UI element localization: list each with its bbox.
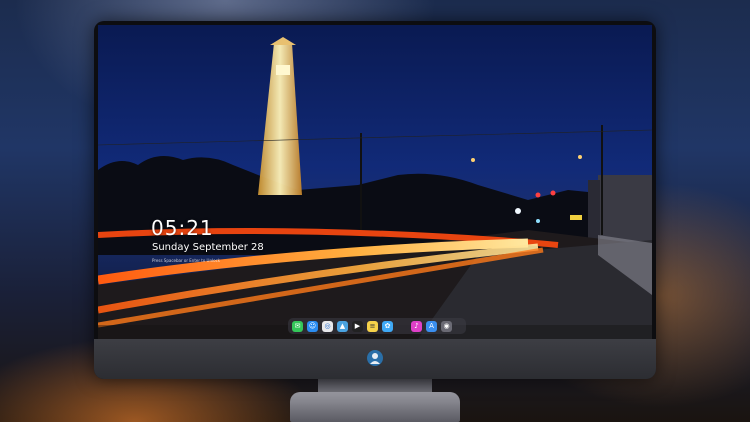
wallpaper-night-tower <box>98 37 652 339</box>
monitor-chin <box>94 339 656 379</box>
video-icon[interactable]: ▶ <box>352 320 363 332</box>
monitor-stand-base <box>290 392 460 422</box>
imac-monitor: 05:21 Sunday September 28 Press Spacebar… <box>94 21 656 379</box>
camera-icon[interactable]: ◉ <box>441 320 452 332</box>
app-store-icon[interactable]: A <box>426 320 437 332</box>
lock-hint: Press Spacebar or Enter to Unlock <box>152 258 221 263</box>
music-icon[interactable]: ♪ <box>411 320 422 332</box>
dock: ✉ ☺ ◎ ▲ ▶ ≡ ✿ ♪ A ◉ <box>288 318 466 334</box>
notes-icon[interactable]: ≡ <box>367 320 378 332</box>
lock-clock: 05:21 <box>151 216 214 240</box>
brand-logo-icon <box>366 349 384 367</box>
photos-icon[interactable]: ✿ <box>382 320 393 332</box>
safari-icon[interactable]: ◎ <box>322 320 333 332</box>
maps-icon[interactable]: ▲ <box>337 320 348 332</box>
finder-icon[interactable]: ☺ <box>307 320 318 332</box>
messages-icon[interactable]: ✉ <box>292 320 303 332</box>
lock-date: Sunday September 28 <box>152 242 264 253</box>
lock-screen[interactable]: 05:21 Sunday September 28 Press Spacebar… <box>98 25 652 339</box>
